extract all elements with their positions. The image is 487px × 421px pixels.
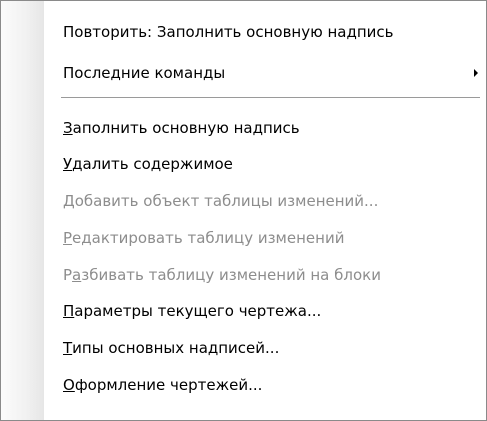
menu-item-split-revision-table: Разбивать таблицу изменений на блоки — [1, 258, 486, 292]
menu-item-label: Последние команды — [63, 64, 226, 82]
menu-item-label: Повторить: Заполнить основную надпись — [63, 23, 394, 41]
menu-item-add-revision-table-object: Добавить объект таблицы изменений... — [1, 184, 486, 218]
menu-item-label: Редактировать таблицу изменений — [63, 229, 345, 247]
chevron-right-icon — [474, 69, 478, 77]
menu-item-recent-commands[interactable]: Последние команды — [1, 56, 486, 90]
menu-item-edit-revision-table: Редактировать таблицу изменений — [1, 221, 486, 255]
menu-item-label: Параметры текущего чертежа... — [63, 302, 322, 320]
menu-item-delete-content[interactable]: Удалить содержимое — [1, 147, 486, 181]
menu-item-repeat-fill-title-block[interactable]: Повторить: Заполнить основную надпись — [1, 15, 486, 49]
menu-item-label: Добавить объект таблицы изменений... — [63, 192, 379, 210]
menu-item-fill-title-block[interactable]: Заполнить основную надпись — [1, 111, 486, 145]
menu-separator — [61, 97, 480, 99]
menu-item-title-block-types[interactable]: Типы основных надписей... — [1, 331, 486, 365]
menu-item-label: Удалить содержимое — [63, 155, 233, 173]
menu-item-current-drawing-parameters[interactable]: Параметры текущего чертежа... — [1, 294, 486, 328]
menu-item-label: Заполнить основную надпись — [63, 119, 300, 137]
menu-item-label: Оформление чертежей... — [63, 376, 263, 394]
menu-item-drawing-styles[interactable]: Оформление чертежей... — [1, 368, 486, 402]
menu-item-label: Типы основных надписей... — [63, 339, 280, 357]
menu-item-label: Разбивать таблицу изменений на блоки — [63, 266, 381, 284]
context-menu: Повторить: Заполнить основную надпись По… — [0, 0, 487, 421]
